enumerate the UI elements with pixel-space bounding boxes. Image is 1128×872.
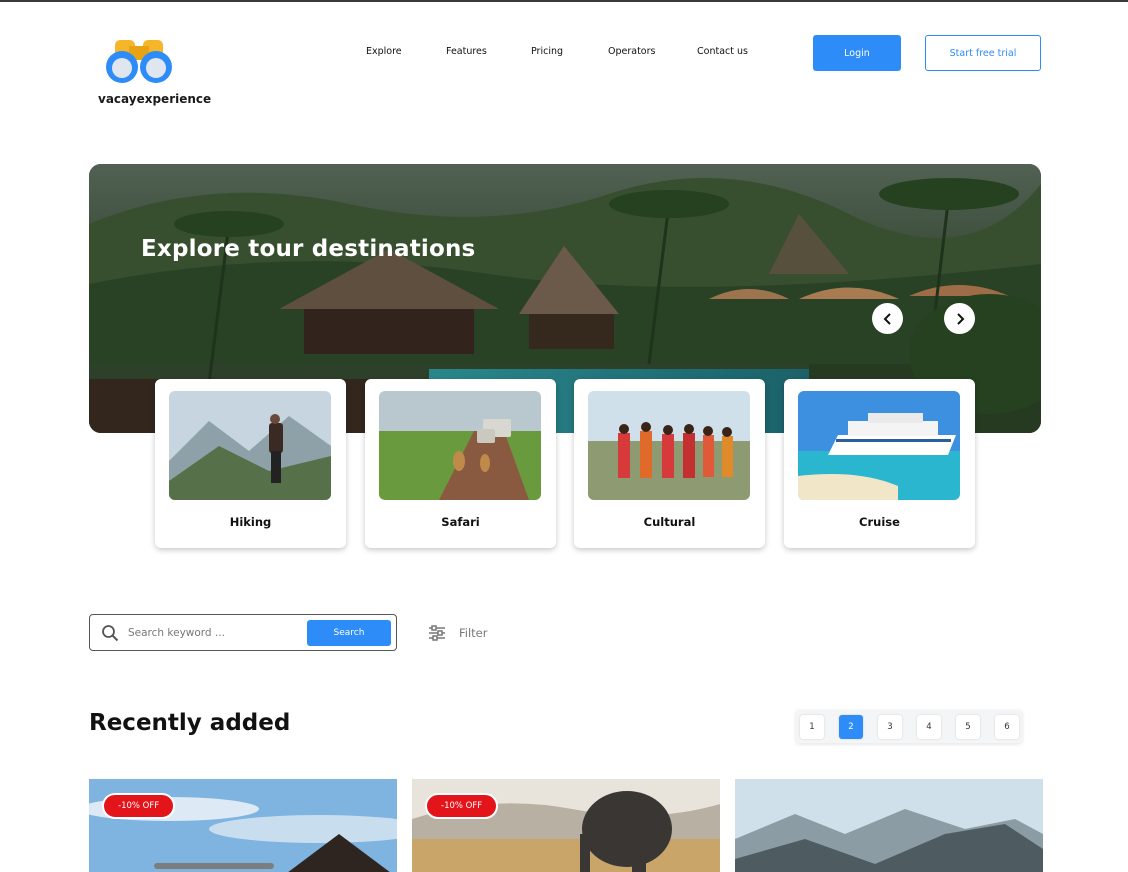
tour-card[interactable] bbox=[735, 779, 1043, 872]
category-card-safari[interactable]: Safari bbox=[365, 379, 556, 548]
page-1-button[interactable]: 1 bbox=[800, 715, 824, 739]
page-4-button[interactable]: 4 bbox=[917, 715, 941, 739]
logo[interactable]: vacayexperience bbox=[96, 34, 211, 108]
hero-prev-button[interactable] bbox=[872, 303, 903, 334]
tour-card[interactable]: -10% OFF bbox=[89, 779, 397, 872]
top-border bbox=[0, 0, 1128, 2]
discount-badge: -10% OFF bbox=[102, 793, 176, 819]
cultural-image bbox=[588, 391, 750, 500]
nav-explore[interactable]: Explore bbox=[366, 46, 402, 57]
page-2-button[interactable]: 2 bbox=[839, 715, 863, 739]
category-card-hiking[interactable]: Hiking bbox=[155, 379, 346, 548]
search-icon bbox=[102, 625, 119, 642]
chevron-left-icon bbox=[883, 312, 891, 325]
search-bar: Search bbox=[89, 614, 397, 651]
search-button[interactable]: Search bbox=[307, 620, 391, 646]
nav-pricing[interactable]: Pricing bbox=[531, 46, 563, 57]
filter-label: Filter bbox=[459, 626, 488, 640]
login-button[interactable]: Login bbox=[813, 35, 901, 71]
chevron-right-icon bbox=[956, 312, 964, 325]
page-5-button[interactable]: 5 bbox=[956, 715, 980, 739]
category-card-cruise[interactable]: Cruise bbox=[784, 379, 975, 548]
safari-image bbox=[379, 391, 541, 500]
tour-image-mountains bbox=[735, 779, 1043, 872]
category-card-cultural[interactable]: Cultural bbox=[574, 379, 765, 548]
discount-badge: -10% OFF bbox=[425, 793, 499, 819]
binoculars-icon bbox=[106, 40, 172, 83]
filter-button[interactable]: Filter bbox=[428, 625, 487, 643]
category-label: Cultural bbox=[643, 515, 696, 529]
category-label: Hiking bbox=[229, 515, 272, 529]
category-label: Safari bbox=[441, 515, 480, 529]
logo-text: vacayexperience bbox=[98, 92, 212, 106]
start-free-trial-button[interactable]: Start free trial bbox=[925, 35, 1041, 71]
cruise-image bbox=[798, 391, 960, 500]
pagination: 1 2 3 4 5 6 bbox=[796, 710, 1022, 743]
nav-contact-us[interactable]: Contact us bbox=[697, 46, 748, 57]
nav-operators[interactable]: Operators bbox=[608, 46, 655, 57]
hero-title: Explore tour destinations bbox=[141, 236, 476, 262]
hiking-image bbox=[169, 391, 331, 500]
category-label: Cruise bbox=[859, 515, 900, 529]
search-input[interactable] bbox=[128, 623, 298, 643]
tour-card[interactable]: -10% OFF bbox=[412, 779, 720, 872]
hero-next-button[interactable] bbox=[944, 303, 975, 334]
nav-features[interactable]: Features bbox=[446, 46, 487, 57]
page-6-button[interactable]: 6 bbox=[995, 715, 1019, 739]
page-3-button[interactable]: 3 bbox=[878, 715, 902, 739]
sliders-icon bbox=[429, 625, 445, 641]
recently-added-title: Recently added bbox=[89, 710, 291, 736]
